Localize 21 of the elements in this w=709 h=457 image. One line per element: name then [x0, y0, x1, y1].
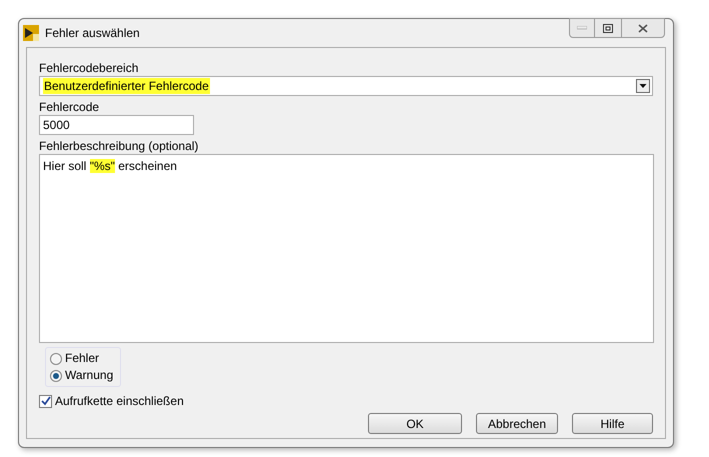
- severity-radio[interactable]: Warnung: [50, 368, 120, 383]
- field-label: Fehlercode: [39, 99, 100, 115]
- code-input-field[interactable]: 5000: [39, 115, 194, 135]
- close-button[interactable]: [621, 18, 665, 38]
- severity-radio[interactable]: Fehler: [50, 351, 120, 366]
- description-field[interactable]: Hier soll "%s" erscheinen: [39, 154, 654, 343]
- app-icon: [23, 25, 39, 41]
- field-label: Fehlercodebereich: [39, 60, 140, 76]
- maximize-icon: [603, 24, 613, 32]
- dropdown-value: Benutzerdefinierter Fehlercode: [43, 78, 210, 94]
- dialog-button[interactable]: Hilfe: [572, 413, 653, 434]
- maximize-button[interactable]: [595, 18, 621, 38]
- checkmark-icon: [40, 396, 50, 406]
- range-dropdown[interactable]: Benutzerdefinierter Fehlercode: [39, 76, 653, 96]
- dialog-button[interactable]: Abbrechen: [476, 413, 558, 434]
- window-title: Fehler auswählen: [45, 25, 140, 42]
- minimize-icon: [577, 26, 587, 30]
- field-label: Fehlerbeschreibung (optional): [39, 138, 200, 154]
- dialog-button[interactable]: OK: [368, 413, 462, 434]
- close-icon: [638, 24, 648, 32]
- call-chain-checkbox[interactable]: Aufrufkette einschließen: [39, 392, 653, 410]
